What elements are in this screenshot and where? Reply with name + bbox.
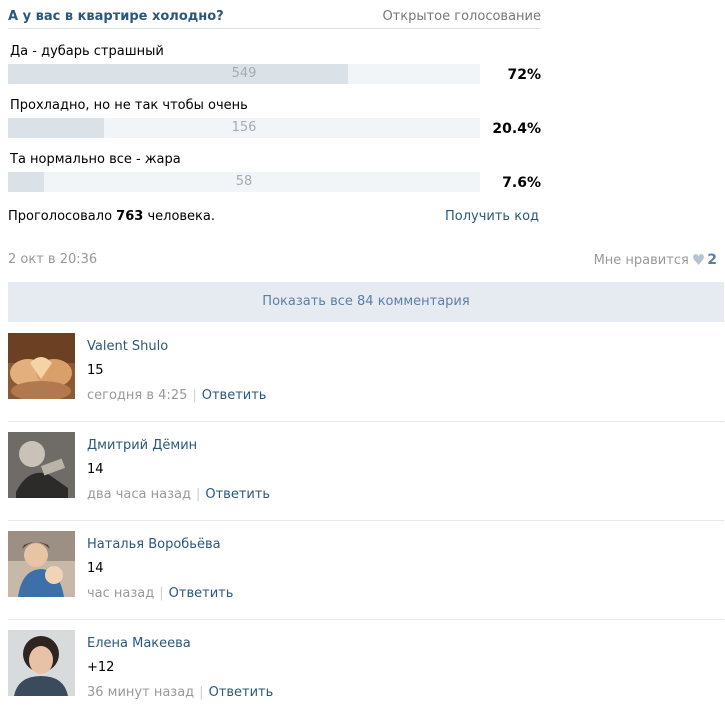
comment: Valent Shulo 15 сегодня в 4:25 | Ответить xyxy=(8,322,724,422)
comment-separator: | xyxy=(159,586,164,601)
voted-prefix: Проголосовало xyxy=(8,209,113,224)
poll-option-label: Прохладно, но не так чтобы очень xyxy=(10,98,248,113)
comment-meta: сегодня в 4:25 | Ответить xyxy=(87,388,266,403)
comment-author[interactable]: Дмитрий Дёмин xyxy=(87,438,197,453)
comment-time[interactable]: сегодня в 4:25 xyxy=(87,388,187,403)
comment-time[interactable]: два часа назад xyxy=(87,487,191,502)
poll-option-bar: 58 xyxy=(8,172,480,192)
comment: Дмитрий Дёмин 14 два часа назад | Ответить xyxy=(8,421,724,521)
comment-separator: | xyxy=(192,388,197,403)
comment-meta: час назад | Ответить xyxy=(87,586,233,601)
avatar[interactable] xyxy=(8,333,75,399)
comment: Елена Макеева +12 36 минут назад | Ответит… xyxy=(8,619,724,718)
poll-option-count: 156 xyxy=(231,120,257,135)
poll-title: А у вас в квартире холодно? xyxy=(8,9,224,24)
comment-text: 14 xyxy=(87,462,104,477)
avatar[interactable] xyxy=(8,630,75,696)
reply-link[interactable]: Ответить xyxy=(209,685,274,700)
comment-separator: | xyxy=(195,487,201,502)
poll-option-label: Да - дубарь страшный xyxy=(10,44,164,59)
comment-time[interactable]: 36 минут назад xyxy=(87,685,194,700)
poll-option-count: 58 xyxy=(235,174,253,189)
comment-author[interactable]: Valent Shulo xyxy=(87,339,168,354)
comment-author[interactable]: Наталья Воробьёва xyxy=(87,537,221,552)
post-date[interactable]: 2 окт в 20:36 xyxy=(8,252,97,267)
heart-icon: ♥ xyxy=(691,251,706,269)
poll-header: А у вас в квартире холодно? Открытое гол… xyxy=(8,6,541,29)
reply-link[interactable]: Ответить xyxy=(205,487,270,502)
poll-option-bar: 549 xyxy=(8,64,480,84)
show-all-comments-button[interactable]: Показать все 84 комментария xyxy=(8,282,724,322)
comment-author[interactable]: Елена Макеева xyxy=(87,636,191,651)
poll-option-percent: 20.4% xyxy=(492,121,541,137)
like-button[interactable]: Мне нравится ♥ 2 xyxy=(594,251,717,269)
poll-option-bar: 156 xyxy=(8,118,480,138)
like-label: Мне нравится xyxy=(593,252,689,268)
voted-suffix: человека. xyxy=(147,209,216,224)
comment-separator: | xyxy=(199,685,204,700)
poll-option-percent: 7.6% xyxy=(502,175,541,191)
comment-text: 14 xyxy=(87,561,104,576)
avatar[interactable] xyxy=(8,432,75,498)
get-code-link[interactable]: Получить код xyxy=(445,209,539,224)
poll-option-percent: 72% xyxy=(507,67,541,83)
voted-summary: Проголосовало 763 человека. xyxy=(8,209,215,224)
poll-option[interactable]: Та нормально все - жара 58 7.6% xyxy=(8,152,541,204)
comment-text: +12 xyxy=(87,660,115,675)
reply-link[interactable]: Ответить xyxy=(169,586,234,601)
poll-option-label: Та нормально все - жара xyxy=(10,152,181,167)
reply-link[interactable]: Ответить xyxy=(202,388,267,403)
poll-type: Открытое голосование xyxy=(382,9,541,24)
poll-option-count: 549 xyxy=(231,66,257,81)
comment-meta: два часа назад | Ответить xyxy=(87,487,270,502)
comment: Наталья Воробьёва 14 час назад | Ответить xyxy=(8,520,724,620)
comment-time[interactable]: час назад xyxy=(87,586,154,601)
poll-option[interactable]: Да - дубарь страшный 549 72% xyxy=(8,44,541,96)
comment-text: 15 xyxy=(87,363,104,378)
like-count: 2 xyxy=(707,252,717,268)
comment-meta: 36 минут назад | Ответить xyxy=(87,685,273,700)
voted-count: 763 xyxy=(116,209,144,224)
avatar[interactable] xyxy=(8,531,75,597)
poll-option[interactable]: Прохладно, но не так чтобы очень 156 20.… xyxy=(8,98,541,150)
